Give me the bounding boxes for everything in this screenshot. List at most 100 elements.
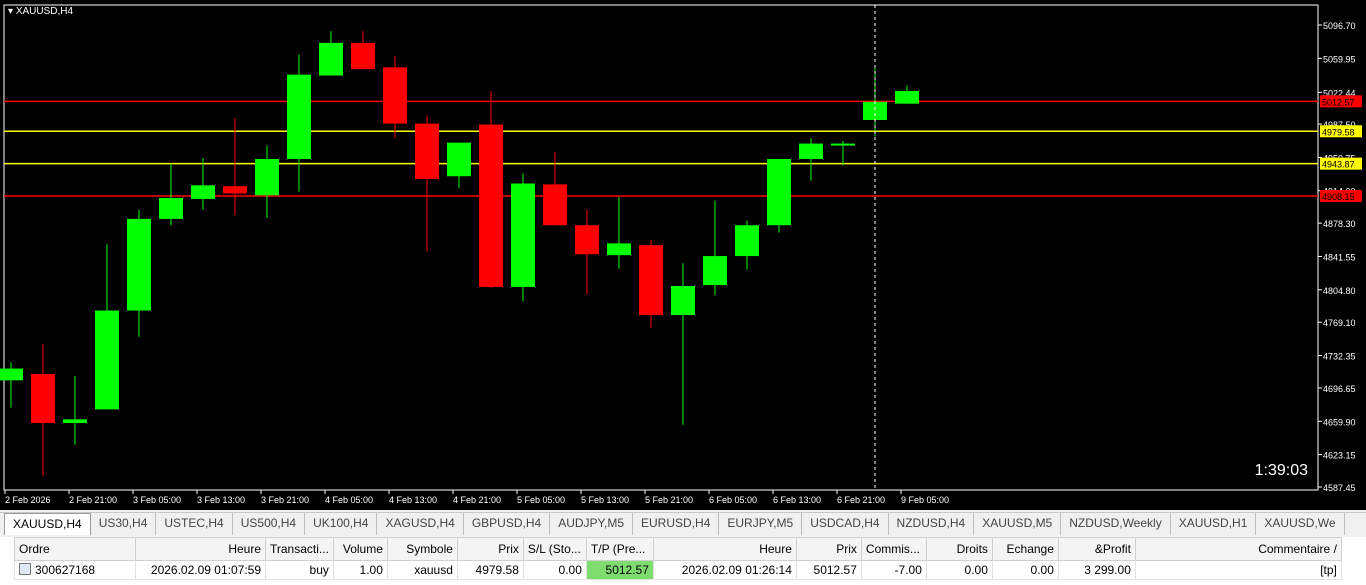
candle-body[interactable] bbox=[31, 374, 55, 423]
chart-tab[interactable]: XAGUSD,H4 bbox=[377, 513, 464, 535]
candle-body[interactable] bbox=[831, 143, 855, 146]
candle-body[interactable] bbox=[159, 198, 183, 219]
candle-body[interactable] bbox=[95, 310, 119, 410]
col-ordre[interactable]: Ordre bbox=[14, 537, 136, 561]
price-level-label: 4943.87 bbox=[1322, 160, 1355, 170]
col-transaction[interactable]: Transacti... bbox=[265, 537, 334, 561]
y-tick-label: 4841.55 bbox=[1323, 252, 1356, 262]
chart-area[interactable]: 5096.705059.955022.444987.504950.754914.… bbox=[0, 0, 1366, 510]
candle-timer: 1:39:03 bbox=[1254, 462, 1308, 479]
candle-body[interactable] bbox=[703, 256, 727, 286]
chart-tabs[interactable]: XAUUSD,H4 US30,H4 USTEC,H4 US500,H4 UK100,H4… bbox=[0, 512, 1366, 535]
candle-body[interactable] bbox=[415, 123, 439, 179]
chart-tab[interactable]: US30,H4 bbox=[91, 513, 157, 535]
chart-tab[interactable]: EURUSD,H4 bbox=[633, 513, 720, 535]
y-tick-label: 5096.70 bbox=[1323, 21, 1356, 31]
y-tick-label: 4587.45 bbox=[1323, 483, 1356, 493]
chart-tab[interactable]: XAUUSD,M5 bbox=[974, 513, 1062, 535]
chart-tab[interactable]: XAUUSD,H1 bbox=[1171, 513, 1257, 535]
col-commentaire-label: Commentaire bbox=[1258, 542, 1331, 556]
chart-tab[interactable]: US500,H4 bbox=[233, 513, 306, 535]
candle-body[interactable] bbox=[383, 67, 407, 124]
chart-tab[interactable]: XAUUSD,We bbox=[1256, 513, 1345, 535]
cell-prix-close: 5012.57 bbox=[795, 560, 862, 580]
candle-body[interactable] bbox=[223, 186, 247, 194]
y-tick-label: 5059.95 bbox=[1323, 54, 1356, 64]
table-row[interactable]: 300627168 2026.02.09 01:07:59 buy 1.00 x… bbox=[14, 560, 1342, 580]
x-tick-label: 3 Feb 05:00 bbox=[133, 495, 181, 505]
candle-body[interactable] bbox=[63, 419, 87, 423]
x-tick-label: 2 Feb 2026 bbox=[5, 495, 51, 505]
candle-body[interactable] bbox=[511, 183, 535, 287]
cell-echange: 0.00 bbox=[991, 560, 1059, 580]
candle-body[interactable] bbox=[287, 74, 311, 159]
candle-body[interactable] bbox=[191, 185, 215, 199]
chart-tab[interactable]: UK100,H4 bbox=[305, 513, 378, 535]
x-tick-label: 6 Feb 21:00 bbox=[837, 495, 885, 505]
col-tp[interactable]: T/P (Pre... bbox=[585, 537, 654, 561]
col-volume[interactable]: Volume bbox=[332, 537, 388, 561]
chart-tab[interactable]: USDCAD,H4 bbox=[802, 513, 889, 535]
chart-tab[interactable]: AUDJPY,M5 bbox=[550, 513, 634, 535]
cell-commentaire: [tp] bbox=[1134, 560, 1342, 580]
candle-body[interactable] bbox=[479, 124, 503, 287]
chart-tab[interactable]: NZDUSD,H4 bbox=[889, 513, 975, 535]
col-heure[interactable]: Heure bbox=[135, 537, 266, 561]
chart-tab[interactable]: USTEC,H4 bbox=[156, 513, 233, 535]
y-tick-label: 4623.15 bbox=[1323, 451, 1356, 461]
x-tick-label: 3 Feb 21:00 bbox=[261, 495, 309, 505]
candle-body[interactable] bbox=[639, 245, 663, 316]
cell-heure-close: 2026.02.09 01:26:14 bbox=[652, 560, 797, 580]
cell-ordre-value: 300627168 bbox=[35, 563, 96, 577]
candlestick-chart[interactable]: 5096.705059.955022.444987.504950.754914.… bbox=[0, 0, 1366, 510]
candle-body[interactable] bbox=[671, 286, 695, 316]
candle-body[interactable] bbox=[607, 243, 631, 256]
cell-ordre[interactable]: 300627168 bbox=[14, 560, 136, 580]
col-profit[interactable]: &Profit bbox=[1057, 537, 1136, 561]
x-tick-label: 5 Feb 13:00 bbox=[581, 495, 629, 505]
col-commentaire[interactable]: Commentaire / bbox=[1134, 537, 1342, 561]
candle-body[interactable] bbox=[0, 368, 23, 381]
candle-body[interactable] bbox=[799, 143, 823, 159]
cell-heure: 2026.02.09 01:07:59 bbox=[135, 560, 266, 580]
sort-icon: / bbox=[1333, 542, 1337, 556]
col-prix[interactable]: Prix bbox=[456, 537, 524, 561]
candle-body[interactable] bbox=[543, 184, 567, 226]
cell-sl: 0.00 bbox=[522, 560, 587, 580]
candle-body[interactable] bbox=[447, 142, 471, 177]
candle-body[interactable] bbox=[575, 225, 599, 255]
cell-droits: 0.00 bbox=[925, 560, 993, 580]
cell-commission: -7.00 bbox=[860, 560, 927, 580]
col-symbole[interactable]: Symbole bbox=[386, 537, 458, 561]
y-tick-label: 4659.90 bbox=[1323, 417, 1356, 427]
chart-tab[interactable]: EURJPY,M5 bbox=[719, 513, 803, 535]
candle-body[interactable] bbox=[735, 225, 759, 257]
col-echange[interactable]: Echange bbox=[991, 537, 1059, 561]
candle-body[interactable] bbox=[767, 158, 791, 226]
cell-volume: 1.00 bbox=[332, 560, 388, 580]
col-droits[interactable]: Droits bbox=[925, 537, 993, 561]
candle-body[interactable] bbox=[895, 90, 919, 104]
x-tick-label: 6 Feb 13:00 bbox=[773, 495, 821, 505]
x-tick-label: 4 Feb 21:00 bbox=[453, 495, 501, 505]
candle-body[interactable] bbox=[255, 158, 279, 196]
col-sl[interactable]: S/L (Sto... bbox=[522, 537, 587, 561]
candle-body[interactable] bbox=[127, 218, 151, 311]
chart-tab[interactable]: GBPUSD,H4 bbox=[464, 513, 551, 535]
y-tick-label: 4769.10 bbox=[1323, 318, 1356, 328]
candle-body[interactable] bbox=[319, 42, 343, 76]
x-tick-label: 5 Feb 05:00 bbox=[517, 495, 565, 505]
candle-body[interactable] bbox=[863, 101, 887, 120]
chart-tab[interactable]: NZDUSD,Weekly bbox=[1061, 513, 1171, 535]
x-tick-label: 2 Feb 21:00 bbox=[69, 495, 117, 505]
col-heure-close[interactable]: Heure bbox=[652, 537, 797, 561]
cell-prix: 4979.58 bbox=[456, 560, 524, 580]
dropdown-arrow-icon[interactable]: ▾ bbox=[8, 6, 13, 17]
y-tick-label: 4878.30 bbox=[1323, 219, 1356, 229]
col-prix-close[interactable]: Prix bbox=[795, 537, 862, 561]
chart-tab[interactable]: XAUUSD,H4 bbox=[4, 513, 91, 535]
x-tick-label: 4 Feb 13:00 bbox=[389, 495, 437, 505]
col-commission[interactable]: Commis... bbox=[860, 537, 927, 561]
candle-body[interactable] bbox=[351, 42, 375, 70]
x-tick-label: 6 Feb 05:00 bbox=[709, 495, 757, 505]
